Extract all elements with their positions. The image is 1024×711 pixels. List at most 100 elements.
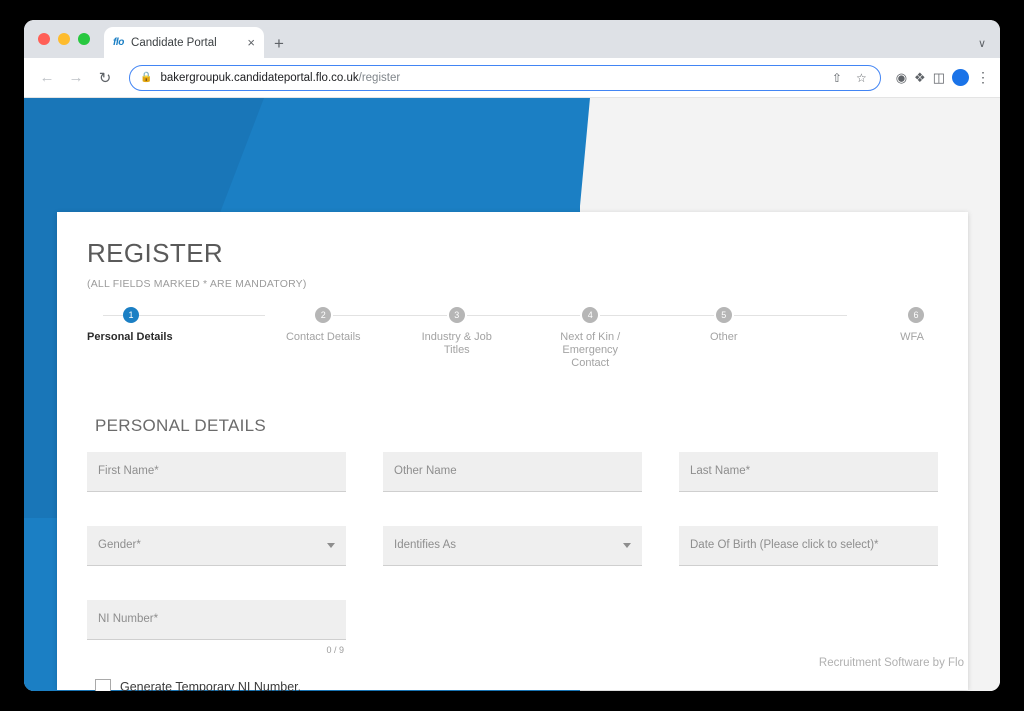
row-gap (642, 566, 679, 600)
identifies-as-cell: Identifies As (383, 525, 642, 566)
row-gap (87, 566, 346, 600)
row-gap (346, 566, 383, 600)
page-title: REGISTER (87, 238, 224, 268)
identifies-as-label: Identifies As (394, 539, 457, 552)
row-gap (383, 566, 642, 600)
stepper-circle-4[interactable]: 4 (582, 307, 599, 323)
stepper-label-3: Industry & Job Titles (421, 331, 492, 356)
stepper-step-contact-details[interactable]: 2 Contact Details (257, 307, 447, 370)
generate-temp-ni-label: Generate Temporary NI Number. (120, 679, 302, 691)
stepper-circle-1[interactable]: 1 (123, 307, 139, 323)
grid-spacer (642, 452, 679, 492)
row-gap (87, 492, 346, 526)
gender-select[interactable]: Gender* (87, 525, 346, 566)
row-gap (642, 492, 679, 526)
grid-spacer (383, 600, 642, 655)
page-viewport: REGISTER (ALL FIELDS MARKED * ARE MANDAT… (24, 98, 1000, 691)
grid-spacer (346, 452, 383, 492)
url-text: bakergroupuk.candidateportal.flo.co.uk/r… (160, 72, 820, 84)
last-name-cell: Last Name* (679, 451, 938, 492)
stepper-step-personal-details[interactable]: 1 Personal Details (87, 307, 265, 370)
identifies-as-select[interactable]: Identifies As (383, 525, 642, 566)
first-name-label: First Name* (98, 465, 159, 478)
first-name-cell: First Name* (87, 451, 346, 492)
ni-number-label: NI Number* (98, 613, 159, 626)
generate-temp-ni-checkbox[interactable] (95, 678, 111, 691)
stepper-connector (600, 315, 714, 316)
browser-toolbar: ← → ↻ 🔒 bakergroupuk.candidateportal.flo… (24, 58, 1000, 98)
stepper-connector (333, 315, 447, 316)
grid-spacer (642, 526, 679, 566)
row-gap (346, 492, 383, 526)
extension-icons: ◉ ❖ ◫ ⋮ (892, 69, 990, 86)
last-name-label: Last Name* (690, 465, 751, 478)
close-window-button[interactable] (38, 33, 50, 45)
browser-window: flo Candidate Portal × + ∨ ← → ↻ 🔒 baker… (24, 20, 1000, 691)
minimize-window-button[interactable] (58, 33, 70, 45)
stepper-label-1: Personal Details (87, 331, 173, 343)
share-icon[interactable]: ⇧ (829, 71, 845, 85)
tabstrip-chevron-down-icon[interactable]: ∨ (978, 37, 986, 50)
flo-favicon-icon: flo (113, 36, 125, 48)
back-button[interactable]: ← (34, 65, 60, 91)
generate-temp-ni-row[interactable]: Generate Temporary NI Number. (95, 678, 938, 691)
date-of-birth-label: Date Of Birth (Please click to select)* (690, 539, 879, 552)
stepper-step-wfa[interactable]: 6 WFA (791, 307, 939, 370)
date-of-birth-field[interactable]: Date Of Birth (Please click to select)* (679, 525, 938, 566)
sidepanel-icon[interactable]: ◫ (933, 71, 945, 84)
close-tab-icon[interactable]: × (247, 36, 255, 49)
address-bar[interactable]: 🔒 bakergroupuk.candidateportal.flo.co.uk… (129, 64, 881, 91)
mandatory-note: (ALL FIELDS MARKED * ARE MANDATORY) (87, 278, 307, 290)
grid-spacer (346, 526, 383, 566)
date-of-birth-cell: Date Of Birth (Please click to select)* (679, 525, 938, 566)
reload-button[interactable]: ↻ (92, 65, 118, 91)
ni-number-field[interactable]: NI Number* (87, 599, 346, 640)
personal-details-form: First Name* Other Name Last Name* Gender… (87, 451, 938, 655)
stepper-circle-2[interactable]: 2 (315, 307, 332, 323)
stepper-connector (466, 315, 581, 316)
chevron-down-icon (623, 542, 631, 548)
maximize-window-button[interactable] (78, 33, 90, 45)
ni-number-cell: NI Number* 0 / 9 (87, 599, 346, 655)
stepper-circle-5[interactable]: 5 (715, 307, 732, 323)
stepper-step-industry-job-titles[interactable]: 3 Industry & Job Titles (390, 307, 581, 370)
stepper-connector (733, 315, 848, 316)
grid-spacer (642, 600, 679, 655)
first-name-field[interactable]: First Name* (87, 451, 346, 492)
chevron-down-icon (327, 542, 335, 548)
stepper-step-other[interactable]: 5 Other (657, 307, 848, 370)
stepper: 1 Personal Details 2 Contact Details 3 I… (87, 307, 938, 370)
tab-strip: flo Candidate Portal × + ∨ (24, 20, 1000, 58)
stepper-label-4: Next of Kin / Emergency Contact (560, 331, 621, 369)
new-tab-button[interactable]: + (274, 35, 284, 52)
other-name-field[interactable]: Other Name (383, 451, 642, 492)
other-name-cell: Other Name (383, 451, 642, 492)
stepper-circle-3[interactable]: 3 (448, 307, 465, 323)
forward-button[interactable]: → (63, 65, 89, 91)
grid-spacer (679, 600, 938, 655)
ni-number-counter: 0 / 9 (326, 644, 344, 655)
bookmark-star-icon[interactable]: ☆ (853, 71, 870, 85)
stepper-label-6: WFA (900, 331, 924, 343)
url-path: /register (358, 71, 401, 84)
gender-cell: Gender* (87, 525, 346, 566)
last-name-field[interactable]: Last Name* (679, 451, 938, 492)
avatar[interactable] (952, 69, 969, 86)
stepper-step-next-of-kin[interactable]: 4 Next of Kin / Emergency Contact (524, 307, 714, 370)
grid-spacer (346, 600, 383, 655)
browser-menu-icon[interactable]: ⋮ (976, 69, 990, 86)
browser-tab[interactable]: flo Candidate Portal × (104, 27, 264, 58)
url-domain: bakergroupuk.candidateportal.flo.co.uk (160, 71, 359, 84)
section-title: PERSONAL DETAILS (95, 415, 267, 435)
stepper-label-2: Contact Details (285, 331, 361, 343)
footer-credit: Recruitment Software by Flo (818, 657, 964, 669)
puzzle-icon[interactable]: ❖ (914, 71, 926, 84)
row-gap (679, 492, 938, 526)
stepper-label-5: Other (709, 331, 738, 343)
stepper-circle-6[interactable]: 6 (908, 307, 924, 323)
other-name-label: Other Name (394, 465, 457, 478)
row-gap (679, 566, 938, 600)
tab-title: Candidate Portal (131, 36, 217, 49)
gender-label: Gender* (98, 539, 141, 552)
shield-icon[interactable]: ◉ (896, 71, 907, 84)
